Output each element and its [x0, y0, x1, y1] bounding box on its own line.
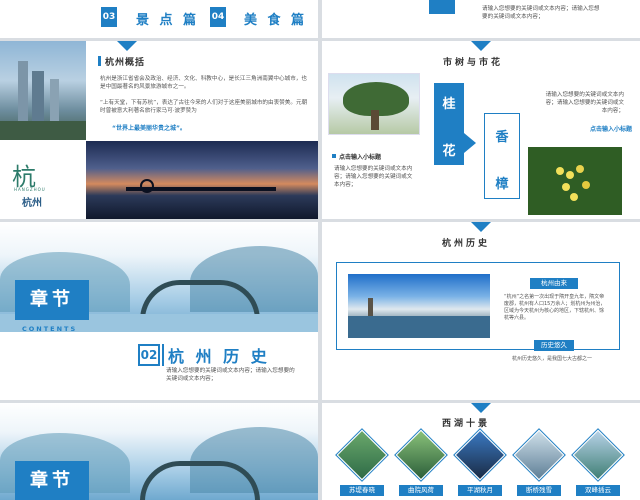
slide-west-lake-scenes: 西湖十景 苏堤春晓 曲院风荷 平湖秋月 断桥残雪 双峰插云 [322, 403, 640, 500]
osmanthus-box: 桂 花 [434, 83, 464, 165]
scene-caption-3: 平湖秋月 [458, 485, 502, 496]
chapter-number: 02 [138, 344, 160, 366]
overview-paragraph-1: 杭州是浙江省省会及政治、经济、文化、科教中心，是长江三角洲南翼中心城市，也是中国… [100, 76, 307, 90]
bullet-icon [332, 154, 336, 158]
scene-caption-2: 曲院风荷 [399, 485, 443, 496]
chapter-label-3: 景 点 篇 [136, 13, 200, 28]
camphor-box: 香 樟 [484, 113, 520, 199]
scene-caption-4: 断桥残雪 [517, 485, 561, 496]
osmanthus-char-1: 桂 [442, 97, 456, 112]
scene-caption-5: 双峰插云 [576, 485, 620, 496]
title-pointer [471, 403, 491, 413]
scene-photo-2 [395, 429, 447, 481]
title-pointer [117, 41, 137, 51]
right-subtitle: 点击输入小标题 [589, 126, 632, 133]
title-divider [162, 344, 164, 366]
scene-photo-1 [336, 429, 388, 481]
osmanthus-char-2: 花 [442, 144, 456, 159]
slide-chapter-history: 章节 CONTENTS 02 杭 州 历 史 请输入您想要的关键词或文本内容；请… [0, 222, 318, 400]
chapter-number-4: 04 [210, 7, 226, 27]
camphor-char-1: 香 [495, 130, 509, 145]
slide-chapters: 03 景 点 篇 04 美 食 篇 [0, 0, 318, 38]
origin-tag: 杭州由来 [530, 278, 578, 289]
chapter-body-text: 请输入您想要的关键词或文本内容；请输入您想要的关键词或文本内容； [166, 368, 295, 382]
title-pointer [471, 41, 491, 51]
scene-photo-4 [513, 429, 565, 481]
history-title: 杭州历史 [442, 239, 491, 249]
title-bar [98, 56, 101, 66]
overview-quote: “世界上最美丽华贵之城”。 [112, 125, 186, 132]
chapter-label-box: 章节 [15, 461, 89, 500]
logo-pinyin: HANGZHOU [14, 187, 46, 192]
box-connector [464, 133, 484, 153]
chapter-label-4: 美 食 篇 [244, 13, 308, 28]
right-body-text: 请输入您想要的关键词或文本内容；请输入您想要的关键词或文本内容； [545, 92, 624, 114]
overview-paragraph-2: “上有天堂，下有苏杭”，表达了古往今来的人们对于这座美丽城市的由衷赞美。元朝时曾… [100, 100, 308, 114]
slide-chapter-repeat: 章节 [0, 403, 318, 500]
slide-hangzhou-overview: 杭州概括 杭州是浙江省省会及政治、经济、文化、科教中心，是长江三角洲南翼中心城市… [0, 41, 318, 219]
title-pointer [471, 222, 491, 232]
origin-paragraph: “杭州”之名第一次出现于隋开皇九年，隋文帝废郡，杭州有人口15万余人；划杭州为州… [504, 294, 606, 321]
chapter-number-3: 03 [101, 7, 117, 27]
blue-block [429, 0, 455, 14]
city-lake-photo [348, 274, 490, 338]
history-tag: 历史悠久 [534, 340, 574, 351]
chapter-title: 杭 州 历 史 [168, 347, 270, 366]
left-body-text: 请输入您想要的关键词或文本内容；请输入您想要的关键词或文本内容； [334, 166, 413, 188]
body-text: 请输入您想要的关键词或文本内容；请输入您想要的关键词或文本内容； [482, 6, 600, 20]
slide-hangzhou-history: 杭州历史 杭州由来 “杭州”之名第一次出现于隋开皇九年，隋文帝废郡，杭州有人口1… [322, 222, 640, 400]
west-lake-title: 西湖十景 [442, 419, 491, 429]
scene-photo-3 [454, 429, 506, 481]
city-skyline-photo [0, 41, 86, 140]
overview-title: 杭州概括 [105, 58, 146, 68]
scene-photo-5 [572, 429, 624, 481]
logo-name: 杭州 [22, 198, 42, 209]
tree-flower-title: 市树与市花 [443, 58, 504, 68]
hangzhou-logo: 杭 HANGZHOU 杭州 [0, 141, 86, 219]
scene-caption-1: 苏堤春晓 [340, 485, 384, 496]
osmanthus-flower-photo [528, 147, 622, 215]
chapter-label-box: 章节 [15, 280, 89, 320]
history-paragraph: 杭州历史悠久，是我国七大古都之一 [512, 356, 593, 362]
left-subtitle: 点击输入小标题 [339, 154, 382, 161]
camphor-tree-photo [328, 73, 420, 135]
slide-text-fragment: 请输入您想要的关键词或文本内容；请输入您想要的关键词或文本内容； [322, 0, 640, 38]
west-lake-sunset-photo [86, 141, 318, 219]
contents-label: CONTENTS [22, 325, 78, 333]
slide-city-tree-flower: 市树与市花 桂 花 香 樟 请输入您想要的关键词或文本内容；请输入您想要的关键词… [322, 41, 640, 219]
camphor-char-2: 樟 [495, 177, 509, 192]
